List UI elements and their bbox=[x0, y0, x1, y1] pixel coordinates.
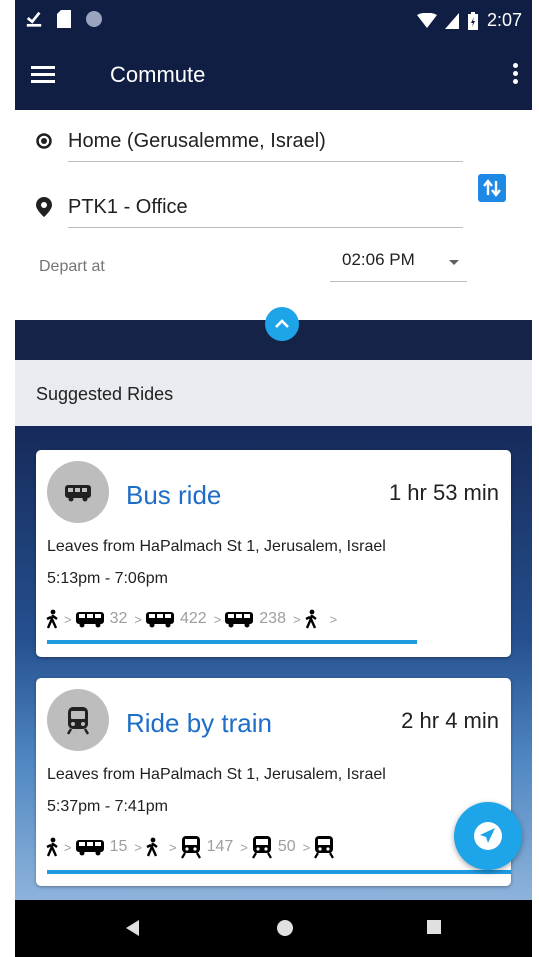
origin-radio-icon bbox=[36, 133, 52, 149]
page-title: Commute bbox=[110, 62, 206, 87]
more-options-icon[interactable] bbox=[508, 60, 522, 90]
ride-card-train[interactable]: Ride by train 2 hr 4 min Leaves from HaP… bbox=[36, 678, 511, 886]
leg-separator: > bbox=[134, 611, 142, 627]
route-form: Home (Gerusalemme, Israel) PTK1 - Office… bbox=[15, 110, 532, 320]
dropdown-caret-icon bbox=[449, 260, 459, 265]
wifi-icon bbox=[416, 12, 437, 28]
destination-row: PTK1 - Office bbox=[35, 188, 465, 228]
ride-duration: 1 hr 53 min bbox=[388, 480, 499, 505]
walk-icon bbox=[46, 609, 58, 629]
ride-progress-bar bbox=[47, 870, 511, 874]
status-notifications bbox=[25, 9, 103, 29]
home-icon[interactable] bbox=[275, 918, 295, 938]
app-bar: Commute bbox=[15, 42, 532, 110]
recents-icon[interactable] bbox=[425, 918, 443, 936]
ride-progress-bar bbox=[47, 640, 417, 644]
depart-time-select[interactable]: 02:06 PM bbox=[330, 244, 467, 282]
bus-line-number: 15 bbox=[109, 838, 128, 855]
ride-avatar bbox=[47, 689, 109, 751]
walk-icon bbox=[146, 837, 158, 857]
leg-separator: > bbox=[64, 611, 72, 627]
menu-icon[interactable] bbox=[31, 62, 63, 90]
location-pin-icon bbox=[36, 197, 52, 217]
bus-icon bbox=[75, 612, 104, 628]
leg-separator: > bbox=[134, 839, 142, 855]
ride-departure-location: Leaves from HaPalmach St 1, Jerusalem, I… bbox=[47, 538, 386, 555]
collapse-form-button[interactable] bbox=[265, 307, 299, 341]
train-line-number: 147 bbox=[206, 838, 234, 855]
depart-time-value: 02:06 PM bbox=[342, 250, 415, 269]
bus-icon bbox=[225, 612, 254, 628]
navigation-arrow-icon bbox=[474, 822, 502, 850]
leg-separator: > bbox=[329, 611, 338, 627]
swap-locations-button[interactable] bbox=[478, 174, 506, 202]
bus-icon bbox=[145, 612, 174, 628]
train-icon bbox=[314, 836, 335, 859]
back-icon[interactable] bbox=[123, 918, 141, 938]
leg-separator: > bbox=[240, 839, 248, 855]
bus-line-number: 238 bbox=[259, 610, 286, 627]
bus-icon bbox=[65, 485, 91, 502]
ride-legs: > 32 > 422 > 238 > > bbox=[45, 606, 340, 632]
ride-legs: > 15 > > 147 > 50 > bbox=[45, 834, 335, 860]
depart-label: Depart at bbox=[39, 258, 105, 275]
sd-card-icon bbox=[57, 10, 71, 28]
ride-title: Bus ride bbox=[126, 480, 222, 510]
walk-icon bbox=[305, 609, 317, 629]
swap-vertical-icon bbox=[483, 179, 501, 197]
origin-row: Home (Gerusalemme, Israel) bbox=[35, 122, 465, 162]
suggested-rides-title: Suggested Rides bbox=[36, 384, 174, 404]
ride-time-range: 5:37pm - 7:41pm bbox=[47, 798, 168, 815]
train-icon bbox=[251, 836, 272, 859]
leg-separator: > bbox=[168, 839, 177, 855]
walk-icon bbox=[46, 837, 58, 857]
destination-field[interactable]: PTK1 - Office bbox=[68, 188, 463, 228]
bus-icon bbox=[75, 840, 104, 856]
phone-screen: 2:07 Commute Home (Gerusalemme, Israel) … bbox=[15, 0, 532, 957]
system-nav-bar bbox=[15, 900, 532, 957]
ride-departure-location: Leaves from HaPalmach St 1, Jerusalem, I… bbox=[47, 766, 386, 783]
battery-icon bbox=[467, 11, 478, 30]
train-icon bbox=[66, 707, 90, 735]
train-line-number: 50 bbox=[277, 838, 296, 855]
bus-line-number: 32 bbox=[109, 610, 128, 627]
download-done-icon bbox=[26, 11, 42, 27]
status-time: 2:07 bbox=[486, 10, 522, 30]
ride-title: Ride by train bbox=[126, 708, 272, 738]
status-system: 2:07 bbox=[416, 10, 522, 31]
leg-separator: > bbox=[292, 611, 301, 627]
ride-avatar bbox=[47, 461, 109, 523]
signal-icon bbox=[444, 12, 459, 29]
sync-circle-icon bbox=[86, 11, 102, 27]
train-icon bbox=[180, 836, 201, 859]
leg-separator: > bbox=[302, 839, 311, 855]
leg-separator: > bbox=[213, 611, 222, 627]
ride-time-range: 5:13pm - 7:06pm bbox=[47, 570, 168, 587]
ride-duration: 2 hr 4 min bbox=[401, 708, 499, 733]
bus-line-number: 422 bbox=[179, 610, 207, 627]
status-bar: 2:07 bbox=[15, 0, 532, 42]
chevron-up-icon bbox=[275, 319, 289, 328]
origin-field[interactable]: Home (Gerusalemme, Israel) bbox=[68, 122, 463, 162]
ride-card-bus[interactable]: Bus ride 1 hr 53 min Leaves from HaPalma… bbox=[36, 450, 511, 657]
suggested-rides-header: Suggested Rides bbox=[15, 360, 532, 426]
navigate-fab-button[interactable] bbox=[454, 802, 522, 870]
leg-separator: > bbox=[64, 839, 72, 855]
